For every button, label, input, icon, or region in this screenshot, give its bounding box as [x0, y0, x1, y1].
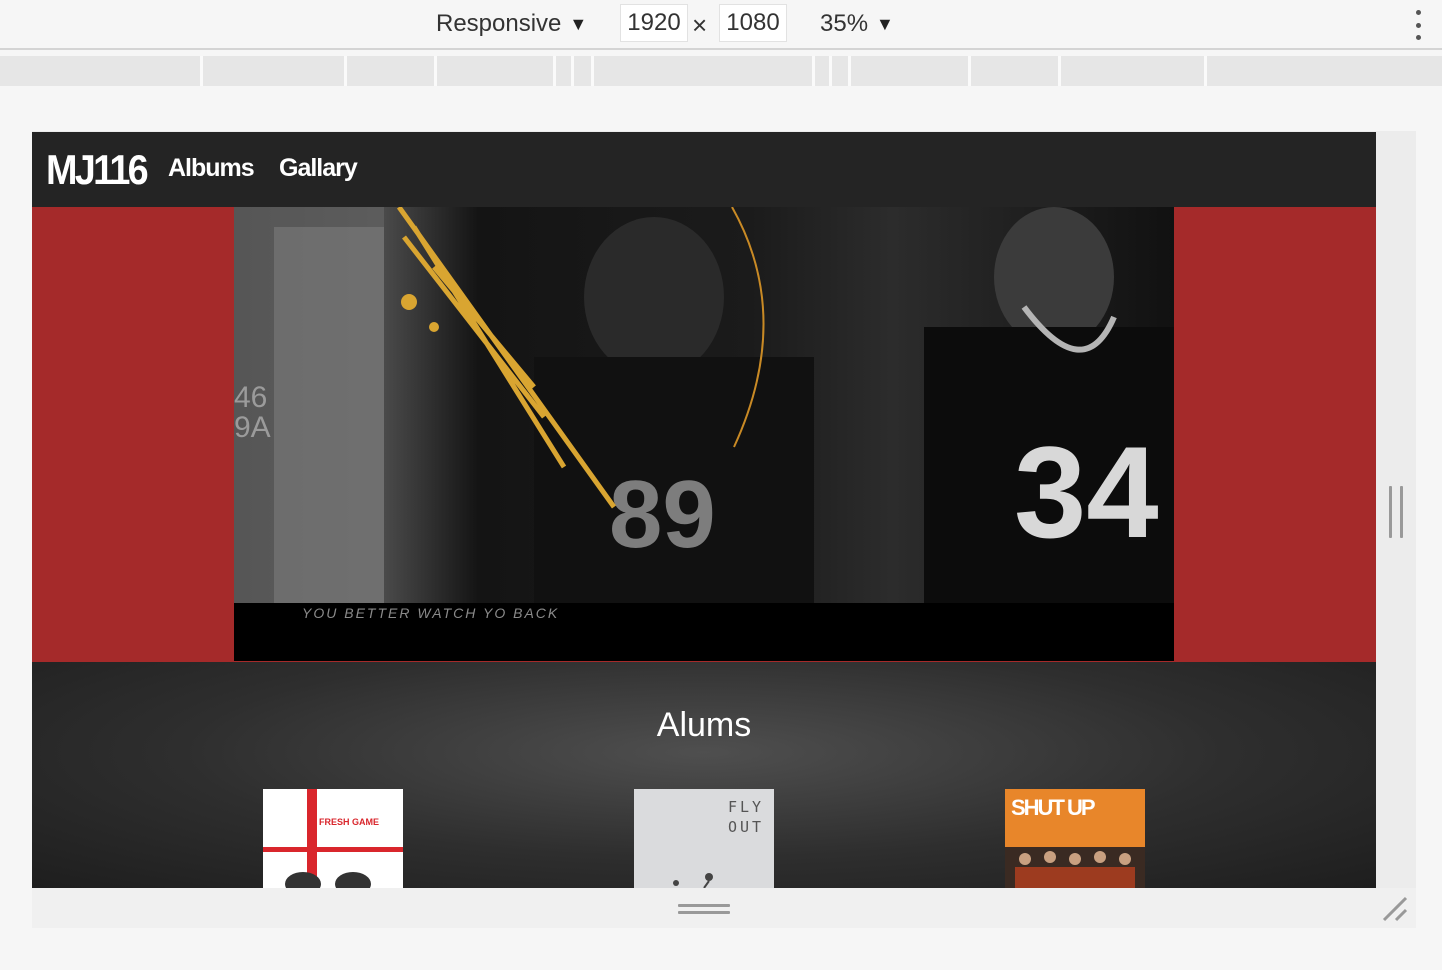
cover-text: FRESH GAME — [319, 817, 380, 827]
albums-section: Alums FRESH GAME FLY OUT SHUT UP — [32, 662, 1376, 888]
video-subtitle: YOU BETTER WATCH YO BACK — [302, 605, 560, 621]
device-mode-label: Responsive — [436, 10, 562, 37]
zoom-select[interactable]: 35% ▼ — [820, 0, 894, 48]
hero-section: 89 34 46 9A YOU BETTER WATCH YO BACK — [32, 207, 1376, 662]
video-frame: 89 34 46 9A — [234, 207, 1174, 603]
emulated-page: MJ116 Albums Gallary 89 34 46 9A YOU BET… — [32, 132, 1376, 888]
kebab-menu-icon[interactable] — [1412, 10, 1424, 40]
device-toolbar: Responsive ▼ 1920 × 1080 35% ▼ — [0, 0, 1442, 50]
album-cover-art — [1005, 847, 1145, 888]
width-resize-handle-icon[interactable] — [1389, 486, 1403, 538]
svg-text:9A: 9A — [234, 411, 271, 444]
zoom-label: 35% — [820, 10, 869, 37]
site-navbar: MJ116 Albums Gallary — [32, 132, 1376, 207]
album-cover-fresh-game[interactable]: FRESH GAME — [263, 789, 403, 888]
nav-link-albums[interactable]: Albums — [168, 154, 255, 183]
album-cover-art — [673, 873, 713, 888]
dropdown-arrow-icon: ▼ — [876, 13, 894, 34]
music-video-player[interactable]: 89 34 46 9A YOU BETTER WATCH YO BACK — [234, 207, 1174, 661]
album-cover-art — [263, 789, 403, 888]
svg-text:34: 34 — [1014, 419, 1159, 565]
width-input[interactable]: 1920 — [620, 4, 688, 42]
album-cover-shut-up[interactable]: SHUT UP — [1005, 789, 1145, 888]
dimension-separator: × — [692, 10, 708, 40]
height-input[interactable]: 1080 — [719, 4, 787, 42]
nav-link-gallary[interactable]: Gallary — [279, 154, 358, 183]
dropdown-arrow-icon: ▼ — [569, 13, 588, 34]
height-resize-handle-icon[interactable] — [678, 904, 730, 916]
video-scene-graphic: 89 34 46 9A — [234, 207, 1174, 603]
albums-heading: Alums — [656, 706, 752, 744]
device-mode-select[interactable]: Responsive ▼ — [436, 0, 587, 48]
media-query-bar[interactable] — [0, 56, 1442, 86]
corner-resize-icon[interactable] — [1382, 896, 1410, 924]
svg-text:89: 89 — [609, 461, 716, 568]
svg-text:46: 46 — [234, 381, 267, 414]
album-cover-fly-out[interactable]: FLY OUT — [634, 789, 774, 888]
site-brand[interactable]: MJ116 — [46, 146, 149, 194]
